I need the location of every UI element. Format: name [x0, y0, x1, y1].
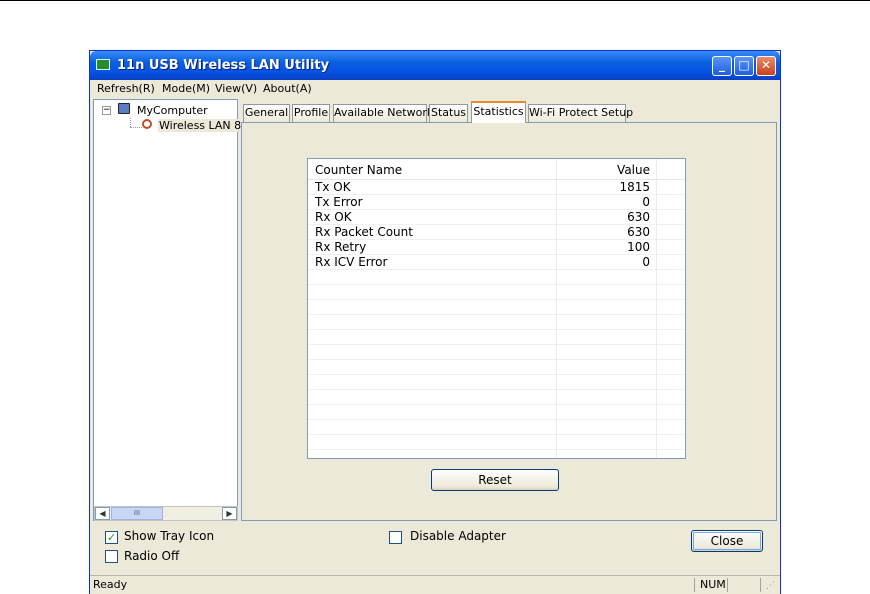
menu-view[interactable]: View(V) [215, 82, 257, 95]
tree-item-wireless-lan[interactable]: Wireless LAN 80 [158, 119, 250, 132]
tree-connector [130, 127, 142, 129]
table-row-empty [308, 315, 685, 330]
app-icon [96, 59, 110, 70]
title-bar[interactable]: 11n USB Wireless LAN Utility _ □ ✕ [90, 51, 780, 80]
app-window: 11n USB Wireless LAN Utility _ □ ✕ Refre… [89, 50, 781, 594]
tab-status[interactable]: Status [429, 104, 468, 122]
table-row-empty [308, 405, 685, 420]
table-row-empty [308, 375, 685, 390]
tab-general[interactable]: General [243, 104, 290, 122]
status-divider [694, 578, 695, 592]
table-row[interactable]: Rx ICV Error 0 [308, 255, 685, 270]
column-header-counter-name: Counter Name [315, 163, 403, 177]
counter-value-cell: 0 [642, 255, 650, 269]
table-row[interactable]: Tx OK 1815 [308, 180, 685, 195]
status-divider [727, 578, 728, 592]
counter-value-cell: 630 [627, 225, 650, 239]
status-text: Ready [93, 578, 128, 591]
counter-name-cell: Rx Packet Count [315, 225, 413, 239]
close-button[interactable]: Close [691, 530, 763, 552]
window-title: 11n USB Wireless LAN Utility [117, 58, 330, 73]
adapter-tree[interactable]: − MyComputer Wireless LAN 80 [93, 99, 250, 521]
counter-name-cell: Rx OK [315, 210, 352, 224]
scroll-right-icon[interactable]: ▶ [222, 507, 237, 520]
resize-grip-icon[interactable]: ⋰ [766, 580, 778, 592]
page-top-rule [0, 0, 870, 1]
table-row-empty [308, 285, 685, 300]
show-tray-icon-checkbox[interactable]: ✓ [105, 531, 118, 544]
radio-off-label[interactable]: Radio Off [124, 549, 179, 563]
minimize-button[interactable]: _ [712, 56, 732, 76]
collapse-icon[interactable]: − [102, 106, 111, 115]
table-row[interactable]: Tx Error 0 [308, 195, 685, 210]
scroll-thumb[interactable]: III [111, 507, 163, 520]
statistics-table[interactable]: Counter Name Value Tx OK 1815 Tx Error 0… [307, 158, 686, 459]
counter-name-cell: Rx ICV Error [315, 255, 388, 269]
wireless-adapter-icon [142, 119, 152, 129]
menu-bar: Refresh(R) Mode(M) View(V) About(A) [90, 80, 780, 98]
status-divider [760, 578, 761, 592]
menu-refresh[interactable]: Refresh(R) [97, 82, 155, 95]
maximize-button[interactable]: □ [734, 56, 754, 76]
table-row-empty [308, 330, 685, 345]
tab-available-network[interactable]: Available Network [333, 104, 433, 122]
reset-button[interactable]: Reset [431, 469, 559, 491]
tab-statistics[interactable]: Statistics [471, 101, 526, 123]
table-row-empty [308, 435, 685, 450]
disable-adapter-checkbox[interactable] [389, 531, 402, 544]
table-row[interactable]: Rx Retry 100 [308, 240, 685, 255]
counter-name-cell: Rx Retry [315, 240, 367, 254]
disable-adapter-label[interactable]: Disable Adapter [410, 529, 506, 543]
table-row-empty [308, 345, 685, 360]
tree-item-mycomputer[interactable]: MyComputer [137, 104, 208, 117]
table-row[interactable]: Rx Packet Count 630 [308, 225, 685, 240]
menu-mode[interactable]: Mode(M) [162, 82, 210, 95]
table-row-empty [308, 390, 685, 405]
radio-off-checkbox[interactable] [105, 550, 118, 563]
tree-connector [130, 118, 132, 127]
counter-name-cell: Tx OK [315, 180, 351, 194]
tab-profile[interactable]: Profile [292, 104, 330, 122]
counter-value-cell: 1815 [619, 180, 650, 194]
counter-value-cell: 0 [642, 195, 650, 209]
computer-icon [118, 103, 130, 114]
tab-wifi-protect-setup[interactable]: Wi-Fi Protect Setup [528, 104, 633, 122]
status-bar: Ready NUM ⋰ [90, 575, 780, 594]
counter-value-cell: 100 [627, 240, 650, 254]
table-row-empty [308, 420, 685, 435]
scroll-left-icon[interactable]: ◀ [95, 507, 110, 520]
show-tray-icon-label[interactable]: Show Tray Icon [124, 529, 214, 543]
menu-about[interactable]: About(A) [263, 82, 312, 95]
table-row-empty [308, 300, 685, 315]
counter-value-cell: 630 [627, 210, 650, 224]
close-window-button[interactable]: ✕ [756, 56, 776, 76]
counter-name-cell: Tx Error [315, 195, 363, 209]
tree-horizontal-scrollbar[interactable]: ◀ III ▶ [94, 506, 238, 521]
num-lock-indicator: NUM [700, 578, 726, 591]
table-row-empty [308, 270, 685, 285]
table-row-empty [308, 360, 685, 375]
column-header-value: Value [617, 163, 650, 177]
table-row[interactable]: Rx OK 630 [308, 210, 685, 225]
